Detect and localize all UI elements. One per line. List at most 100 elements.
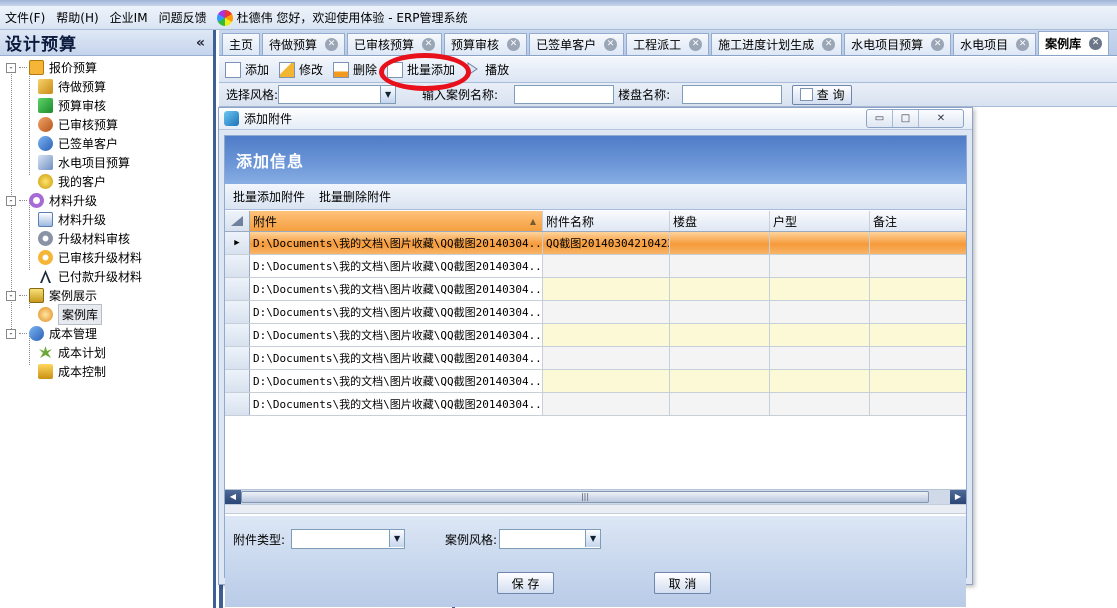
collapse-toggle-icon[interactable]: - xyxy=(6,290,16,301)
batch-add-attachment-button[interactable]: 批量添加附件 xyxy=(233,188,305,205)
menu-enterprise-im[interactable]: 企业IM xyxy=(105,9,154,26)
cell-remark[interactable] xyxy=(870,255,966,277)
collapse-toggle-icon[interactable]: - xyxy=(6,195,16,206)
case-style-select[interactable]: ▼ xyxy=(499,529,602,549)
tree-group-cost-management[interactable]: - 成本管理 xyxy=(0,324,213,343)
row-indicator-icon[interactable]: ▶ xyxy=(225,232,250,254)
tree-group-material-upgrade[interactable]: - 材料升级 xyxy=(0,191,213,210)
table-row[interactable]: D:\Documents\我的文档\图片收藏\QQ截图20140304... xyxy=(225,370,966,393)
tab-plumbing-budget[interactable]: 水电项目预算 ✕ xyxy=(844,33,952,55)
cell-path[interactable]: D:\Documents\我的文档\图片收藏\QQ截图20140304... xyxy=(250,301,543,323)
chevron-down-icon[interactable]: ▼ xyxy=(585,530,601,547)
cell-remark[interactable] xyxy=(870,324,966,346)
close-icon[interactable]: ✕ xyxy=(1016,38,1030,51)
style-select[interactable]: ▼ xyxy=(278,85,397,104)
menu-file[interactable]: 文件(F) xyxy=(0,9,51,26)
cell-path[interactable]: D:\Documents\我的文档\图片收藏\QQ截图20140304... xyxy=(250,370,543,392)
cell-name[interactable] xyxy=(543,255,670,277)
table-row[interactable]: D:\Documents\我的文档\图片收藏\QQ截图20140304... xyxy=(225,347,966,370)
tree-item-upgrade-review[interactable]: 升级材料审核 xyxy=(0,229,213,248)
column-header-building[interactable]: 楼盘 xyxy=(670,211,770,231)
edit-button[interactable]: 修改 xyxy=(279,61,323,78)
cell-layout[interactable] xyxy=(770,232,870,254)
attach-type-select[interactable]: ▼ xyxy=(291,529,406,549)
cell-name[interactable] xyxy=(543,370,670,392)
row-header[interactable] xyxy=(225,370,250,392)
tree-group-case-showcase[interactable]: - 案例展示 xyxy=(0,286,213,305)
cell-name[interactable]: QQ截图20140304210423 xyxy=(543,232,670,254)
tree-item-paid-upgrade[interactable]: 已付款升级材料 xyxy=(0,267,213,286)
row-header[interactable] xyxy=(225,301,250,323)
cell-layout[interactable] xyxy=(770,255,870,277)
tab-signed-customers[interactable]: 已签单客户 ✕ xyxy=(529,33,625,55)
cell-layout[interactable] xyxy=(770,278,870,300)
tab-reviewed-budget[interactable]: 已审核预算 ✕ xyxy=(347,33,443,55)
dialog-titlebar[interactable]: 添加附件 ▭ □ ✕ xyxy=(219,108,972,130)
tree-item-cost-plan[interactable]: 成本计划 xyxy=(0,343,213,362)
tree-item-todo-budget[interactable]: 待做预算 xyxy=(0,77,213,96)
cell-path[interactable]: D:\Documents\我的文档\图片收藏\QQ截图20140304... xyxy=(250,324,543,346)
cell-layout[interactable] xyxy=(770,370,870,392)
cell-name[interactable] xyxy=(543,278,670,300)
table-row[interactable]: ▶ D:\Documents\我的文档\图片收藏\QQ截图20140304...… xyxy=(225,232,966,255)
cell-path[interactable]: D:\Documents\我的文档\图片收藏\QQ截图20140304... xyxy=(250,347,543,369)
chevron-down-icon[interactable]: ▼ xyxy=(380,86,396,103)
tree-item-my-customers[interactable]: 我的客户 xyxy=(0,172,213,191)
cell-layout[interactable] xyxy=(770,347,870,369)
add-button[interactable]: 添加 xyxy=(225,61,269,78)
cell-name[interactable] xyxy=(543,301,670,323)
play-button[interactable]: 播放 xyxy=(465,61,509,78)
cell-building[interactable] xyxy=(670,278,770,300)
close-icon[interactable]: ✕ xyxy=(507,38,521,51)
close-icon[interactable]: ✕ xyxy=(1089,37,1103,50)
delete-button[interactable]: 删除 xyxy=(333,61,377,78)
scroll-thumb[interactable]: ||| xyxy=(241,491,929,503)
tab-todo-budget[interactable]: 待做预算 ✕ xyxy=(262,33,346,55)
cell-path[interactable]: D:\Documents\我的文档\图片收藏\QQ截图20140304... xyxy=(250,278,543,300)
tree-item-budget-review[interactable]: 预算审核 xyxy=(0,96,213,115)
select-all-corner[interactable] xyxy=(225,211,250,231)
close-icon[interactable]: ✕ xyxy=(689,38,703,51)
column-header-remark[interactable]: 备注 xyxy=(870,211,966,231)
close-icon[interactable]: ✕ xyxy=(931,38,945,51)
minimize-icon[interactable]: ▭ xyxy=(867,110,893,127)
cell-building[interactable] xyxy=(670,255,770,277)
tab-schedule[interactable]: 施工进度计划生成 ✕ xyxy=(711,33,843,55)
row-header[interactable] xyxy=(225,324,250,346)
case-name-input[interactable] xyxy=(514,85,615,104)
tab-plumbing-project[interactable]: 水电项目 ✕ xyxy=(953,33,1037,55)
cell-path[interactable]: D:\Documents\我的文档\图片收藏\QQ截图20140304... xyxy=(250,255,543,277)
cancel-button[interactable]: 取 消 xyxy=(654,572,711,594)
maximize-icon[interactable]: □ xyxy=(893,110,919,127)
cell-path[interactable]: D:\Documents\我的文档\图片收藏\QQ截图20140304... xyxy=(250,393,543,415)
scroll-right-icon[interactable]: ▶ xyxy=(950,490,966,504)
query-button[interactable]: 查 询 xyxy=(792,84,853,105)
cell-name[interactable] xyxy=(543,393,670,415)
cell-building[interactable] xyxy=(670,232,770,254)
save-button[interactable]: 保 存 xyxy=(497,572,554,594)
cell-name[interactable] xyxy=(543,324,670,346)
collapse-icon[interactable]: « xyxy=(196,35,205,51)
tree-item-case-library[interactable]: 案例库 xyxy=(0,304,213,325)
cell-layout[interactable] xyxy=(770,324,870,346)
column-header-attachment-name[interactable]: 附件名称 xyxy=(543,211,670,231)
cell-name[interactable] xyxy=(543,347,670,369)
cell-building[interactable] xyxy=(670,301,770,323)
cell-remark[interactable] xyxy=(870,393,966,415)
tab-home[interactable]: 主页 xyxy=(222,33,261,55)
menu-feedback[interactable]: 问题反馈 xyxy=(154,9,213,26)
column-header-attachment[interactable]: 附件 ▲ xyxy=(250,211,543,231)
table-row[interactable]: D:\Documents\我的文档\图片收藏\QQ截图20140304... xyxy=(225,393,966,416)
table-row[interactable]: D:\Documents\我的文档\图片收藏\QQ截图20140304... xyxy=(225,278,966,301)
row-header[interactable] xyxy=(225,255,250,277)
tree-item-signed-customers[interactable]: 已签单客户 xyxy=(0,134,213,153)
cell-remark[interactable] xyxy=(870,301,966,323)
cell-remark[interactable] xyxy=(870,370,966,392)
cell-building[interactable] xyxy=(670,370,770,392)
batch-delete-attachment-button[interactable]: 批量删除附件 xyxy=(319,188,391,205)
cell-building[interactable] xyxy=(670,324,770,346)
row-header[interactable] xyxy=(225,347,250,369)
building-name-input[interactable] xyxy=(682,85,783,104)
close-icon[interactable]: ✕ xyxy=(604,38,618,51)
column-header-layout[interactable]: 户型 xyxy=(770,211,870,231)
